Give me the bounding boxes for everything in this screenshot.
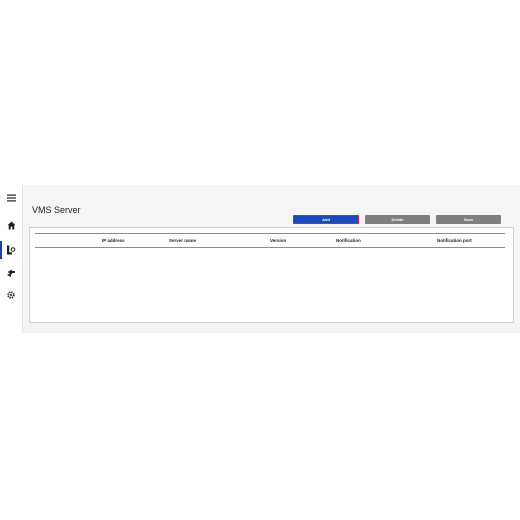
column-header-version[interactable]: Version — [270, 238, 286, 243]
column-header-notification-port[interactable]: Notification port — [437, 238, 472, 243]
main-content: VMS Server Add Delete Save IP address Se… — [27, 185, 520, 333]
sidebar-menu-button[interactable] — [0, 189, 22, 207]
column-header-ip-address[interactable]: IP address — [102, 238, 125, 243]
add-button[interactable]: Add — [293, 215, 359, 224]
server-settings-icon — [7, 245, 16, 255]
sidebar-item-transfer[interactable] — [0, 264, 22, 282]
transfer-icon — [7, 269, 15, 277]
sidebar-item-settings[interactable] — [0, 286, 22, 304]
gear-icon — [7, 291, 15, 299]
app-window: VMS Server Add Delete Save IP address Se… — [0, 185, 520, 333]
sidebar — [0, 185, 23, 333]
sidebar-item-vms-server[interactable] — [0, 241, 22, 259]
home-icon — [7, 221, 15, 229]
menu-icon — [6, 194, 16, 202]
vms-server-table: IP address Server name Version Notificat… — [29, 227, 514, 323]
page-title: VMS Server — [32, 205, 81, 215]
save-button[interactable]: Save — [436, 215, 501, 224]
delete-button[interactable]: Delete — [365, 215, 430, 224]
sidebar-item-home[interactable] — [0, 216, 22, 234]
column-header-server-name[interactable]: Server name — [169, 238, 196, 243]
table-header: IP address Server name Version Notificat… — [35, 233, 505, 248]
column-header-notification[interactable]: Notification — [336, 238, 361, 243]
